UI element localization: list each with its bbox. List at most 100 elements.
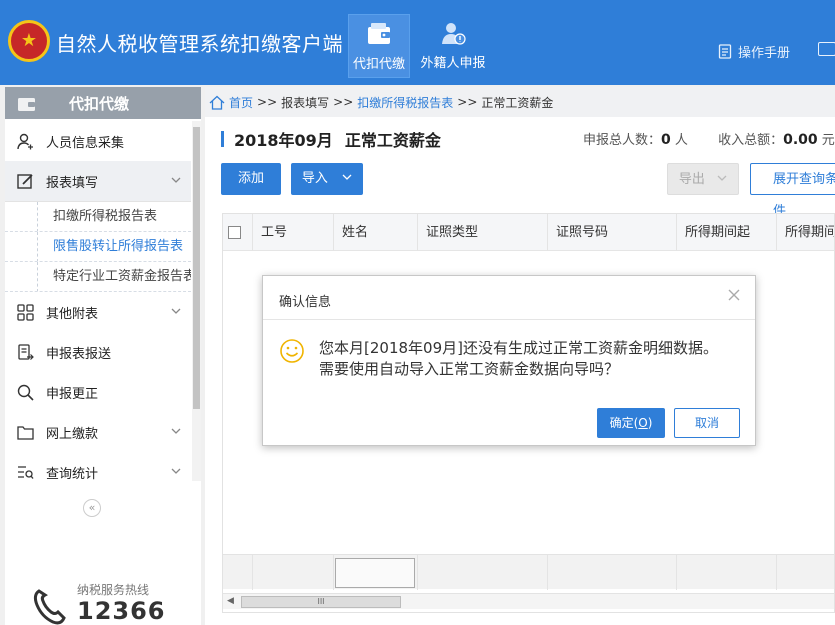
breadcrumb-home[interactable]: 首页 — [229, 94, 253, 111]
select-all-checkbox[interactable] — [228, 226, 241, 239]
scroll-left-arrow-icon[interactable]: ◀ — [227, 596, 234, 606]
summary-income-unit: 元 — [821, 133, 835, 148]
smile-icon — [280, 339, 304, 363]
column-header[interactable]: 所得期间起 — [676, 214, 776, 251]
column-header[interactable]: 工号 — [252, 214, 333, 251]
home-icon — [209, 95, 225, 110]
summary-income-label: 收入总额： — [718, 133, 784, 148]
hotline-label: 纳税服务热线 — [77, 583, 150, 597]
sidebar-item-label: 报表填写 — [46, 175, 99, 191]
table-header: 工号 姓名 证照类型 证照号码 所得期间起 所得期间止 — [223, 214, 834, 251]
sub-item-special-industry-report[interactable]: 特定行业工资薪金报告表 — [5, 262, 191, 292]
breadcrumb-separator: >> — [257, 95, 278, 109]
cancel-button[interactable]: 取消 — [674, 408, 740, 438]
breadcrumb: 首页 >> 报表填写 >> 扣缴所得税报告表 >> 正常工资薪金 — [205, 87, 835, 117]
phone-icon — [33, 589, 66, 625]
breadcrumb-separator: >> — [457, 95, 478, 109]
page-title-bar: 2018年09月 正常工资薪金 — [221, 127, 441, 151]
chevron-down-icon — [171, 468, 181, 474]
sidebar-item-other-schedules[interactable]: 其他附表 — [5, 292, 191, 332]
sidebar-item-label: 查询统计 — [46, 466, 99, 482]
import-button[interactable]: 导入 — [291, 163, 363, 195]
close-icon[interactable] — [727, 288, 741, 302]
nav-withholding[interactable]: 代扣代缴 — [348, 14, 410, 78]
expand-query-button[interactable]: 展开查询条件 — [750, 163, 835, 219]
nav-withholding-label: 代扣代缴 — [352, 57, 405, 72]
wallet-icon — [368, 23, 390, 44]
page-period: 2018年09月 — [234, 131, 333, 150]
sidebar-item-query-stats[interactable]: 查询统计 — [5, 452, 191, 492]
column-header[interactable]: 所得期间止 — [776, 214, 834, 251]
add-button[interactable]: 添加 — [221, 163, 281, 195]
confirm-shortcut: O — [638, 416, 648, 430]
dialog-message-line1: 您本月[2018年09月]还没有生成过正常工资薪金明细数据。 — [319, 339, 718, 357]
report-fill-submenu: 扣缴所得税报告表 限售股转让所得报告表 特定行业工资薪金报告表 — [5, 201, 191, 292]
export-button[interactable]: 导出 — [667, 163, 739, 195]
dialog-message-line2: 需要使用自动导入正常工资薪金数据向导吗？ — [319, 360, 620, 378]
table-summary-input[interactable] — [335, 558, 415, 588]
column-header[interactable]: 证照类型 — [417, 214, 547, 251]
person-icon — [17, 133, 33, 150]
breadcrumb-separator: >> — [333, 95, 354, 109]
wallet-icon — [18, 98, 35, 111]
sidebar-scrollbar[interactable] — [192, 121, 201, 481]
sidebar-menu: 人员信息采集 报表填写 扣缴所得税报告表 限售股转让所得报告表 特定行业工资薪金… — [5, 121, 191, 492]
import-label: 导入 — [301, 171, 328, 186]
table-cell — [333, 555, 334, 590]
dialog-message: 您本月[2018年09月]还没有生成过正常工资薪金明细数据。 需要使用自动导入正… — [319, 338, 718, 380]
mail-icon[interactable] — [818, 42, 835, 56]
chevron-down-icon — [171, 428, 181, 434]
sidebar-item-report-fill[interactable]: 报表填写 — [5, 161, 191, 201]
grid-icon — [17, 304, 34, 321]
breadcrumb-current: 正常工资薪金 — [481, 95, 554, 110]
document-icon — [718, 44, 732, 59]
table-cell — [417, 555, 418, 590]
sidebar-item-label: 网上缴款 — [46, 426, 99, 442]
table-horizontal-scrollbar[interactable]: ◀ III — [223, 593, 834, 609]
double-chevron-left-icon: « — [88, 501, 96, 514]
column-header[interactable]: 姓名 — [333, 214, 417, 251]
breadcrumb-level2[interactable]: 扣缴所得税报告表 — [357, 94, 453, 111]
sub-item-restricted-stock-report[interactable]: 限售股转让所得报告表 — [5, 232, 191, 262]
sidebar-item-report-submit[interactable]: 申报表报送 — [5, 332, 191, 372]
app-title: 自然人税收管理系统扣缴客户端 — [56, 32, 343, 56]
summary-count-unit: 人 — [674, 133, 688, 148]
table-cell — [252, 555, 253, 590]
sidebar-item-person-info[interactable]: 人员信息采集 — [5, 121, 191, 161]
nav-foreigner-declare[interactable]: 外籍人申报 — [420, 14, 486, 78]
export-label: 导出 — [678, 172, 705, 187]
sub-item-withholding-report[interactable]: 扣缴所得税报告表 — [5, 202, 191, 232]
title-accent — [221, 131, 224, 147]
national-emblem-icon: ★ — [8, 20, 50, 62]
table-scrollbar-thumb[interactable]: III — [241, 596, 401, 608]
folder-icon — [17, 426, 34, 440]
dialog-header: 确认信息 — [263, 276, 755, 320]
hotline-number: 12366 — [77, 597, 166, 625]
sidebar: 代扣代缴 人员信息采集 报表填写 扣缴所得税报告表 限售股转让所得报告表 特定行… — [5, 87, 201, 625]
table-cell — [776, 555, 777, 590]
breadcrumb-level1: 报表填写 — [281, 95, 330, 110]
manual-button[interactable]: 操作手册 — [718, 42, 790, 61]
nav-foreigner-label: 外籍人申报 — [420, 56, 486, 71]
edit-icon — [17, 174, 33, 189]
summary: 申报总人数：0 人 收入总额：0.00 元 — [583, 129, 835, 148]
chevron-down-icon — [171, 177, 181, 183]
table-cell — [676, 555, 677, 590]
report-send-icon — [18, 344, 34, 360]
confirm-label: 确定 — [609, 416, 634, 430]
manual-label: 操作手册 — [738, 46, 791, 61]
sidebar-item-label: 申报表报送 — [46, 346, 112, 362]
confirm-button[interactable]: 确定(O) — [597, 408, 665, 438]
summary-income: 0.00 — [783, 132, 818, 148]
query-stats-icon — [18, 466, 34, 479]
summary-count: 0 — [661, 132, 671, 148]
app-header: ★ 自然人税收管理系统扣缴客户端 代扣代缴 外籍人申报 操作手册 — [0, 0, 835, 85]
page-title: 正常工资薪金 — [344, 131, 441, 150]
sidebar-item-report-correction[interactable]: 申报更正 — [5, 372, 191, 412]
collapse-sidebar-button[interactable]: « — [83, 499, 101, 517]
summary-count-label: 申报总人数： — [583, 133, 662, 148]
column-header[interactable]: 证照号码 — [547, 214, 676, 251]
sidebar-scrollbar-thumb[interactable] — [193, 127, 200, 409]
foreign-person-icon — [442, 23, 466, 45]
sidebar-item-online-payment[interactable]: 网上缴款 — [5, 412, 191, 452]
